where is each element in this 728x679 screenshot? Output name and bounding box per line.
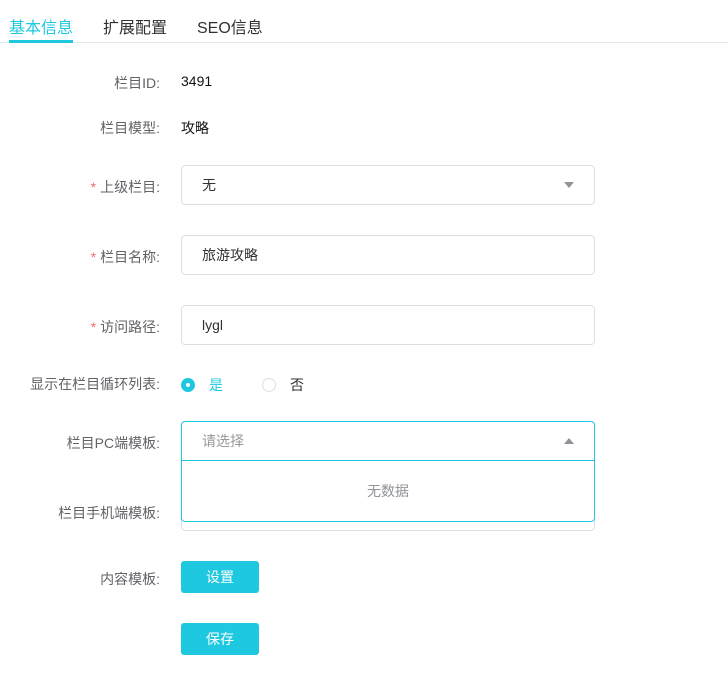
mobile-template-label: 栏目手机端模板: xyxy=(58,505,160,521)
show-in-list-label: 显示在栏目循环列表: xyxy=(30,376,160,392)
active-tab-indicator xyxy=(9,40,73,43)
required-mark: * xyxy=(90,319,97,335)
radio-no-label: 否 xyxy=(290,377,304,393)
tab-bar: 基本信息 扩展配置 SEO信息 xyxy=(0,0,728,43)
required-mark: * xyxy=(90,179,97,195)
model-label: 栏目模型: xyxy=(100,120,160,136)
id-label: 栏目ID: xyxy=(114,75,160,91)
radio-no[interactable]: 否 xyxy=(262,375,304,395)
required-mark: * xyxy=(90,249,97,265)
name-label: * 栏目名称: xyxy=(91,247,160,267)
pc-template-dropdown: 无数据 xyxy=(181,460,595,522)
path-label-text: 访问路径: xyxy=(100,319,160,335)
pc-template-select[interactable]: 请选择 xyxy=(181,421,595,461)
content-template-label: 内容模板: xyxy=(100,571,160,587)
radio-yes-label: 是 xyxy=(209,377,223,393)
name-input[interactable]: 旅游攻略 xyxy=(181,235,595,275)
id-value: 3491 xyxy=(181,73,213,89)
model-value: 攻略 xyxy=(181,120,209,136)
tab-extended-config[interactable]: 扩展配置 xyxy=(103,14,167,38)
pc-template-placeholder: 请选择 xyxy=(202,433,244,449)
save-button[interactable]: 保存 xyxy=(181,623,259,655)
pc-template-label: 栏目PC端模板: xyxy=(66,435,160,451)
radio-unchecked-icon xyxy=(262,378,276,392)
tab-seo-info[interactable]: SEO信息 xyxy=(197,14,263,38)
chevron-up-icon xyxy=(564,438,574,444)
parent-label: * 上级栏目: xyxy=(91,177,160,197)
name-label-text: 栏目名称: xyxy=(100,249,160,265)
path-input[interactable]: lygl xyxy=(181,305,595,345)
parent-select-value: 无 xyxy=(202,177,216,193)
radio-checked-icon xyxy=(181,378,195,392)
set-button[interactable]: 设置 xyxy=(181,561,259,593)
parent-select[interactable]: 无 xyxy=(181,165,595,205)
tab-basic-info[interactable]: 基本信息 xyxy=(9,14,73,38)
parent-label-text: 上级栏目: xyxy=(100,179,160,195)
chevron-down-icon xyxy=(564,182,574,188)
path-label: * 访问路径: xyxy=(91,317,160,337)
empty-text: 无数据 xyxy=(367,483,409,499)
radio-yes[interactable]: 是 xyxy=(181,375,223,395)
